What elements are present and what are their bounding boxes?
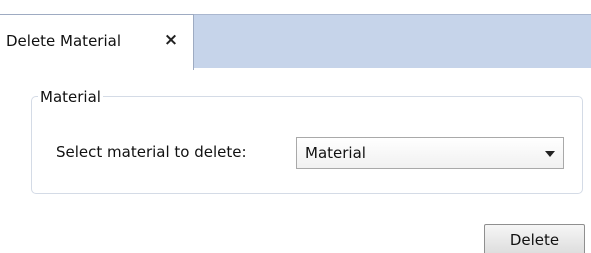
tab-delete-material[interactable]: Delete Material × [0,14,194,70]
delete-button[interactable]: Delete [484,224,585,253]
material-select[interactable]: Material [296,137,564,169]
material-select-value: Material [305,144,366,162]
chevron-down-icon[interactable] [545,151,555,157]
tab-title: Delete Material [6,32,121,50]
group-legend: Material [38,88,103,106]
close-icon[interactable]: × [160,29,182,51]
top-strip [0,0,591,14]
delete-material-window: Delete Material × Material Select materi… [0,0,591,253]
select-material-label: Select material to delete: [56,143,247,161]
